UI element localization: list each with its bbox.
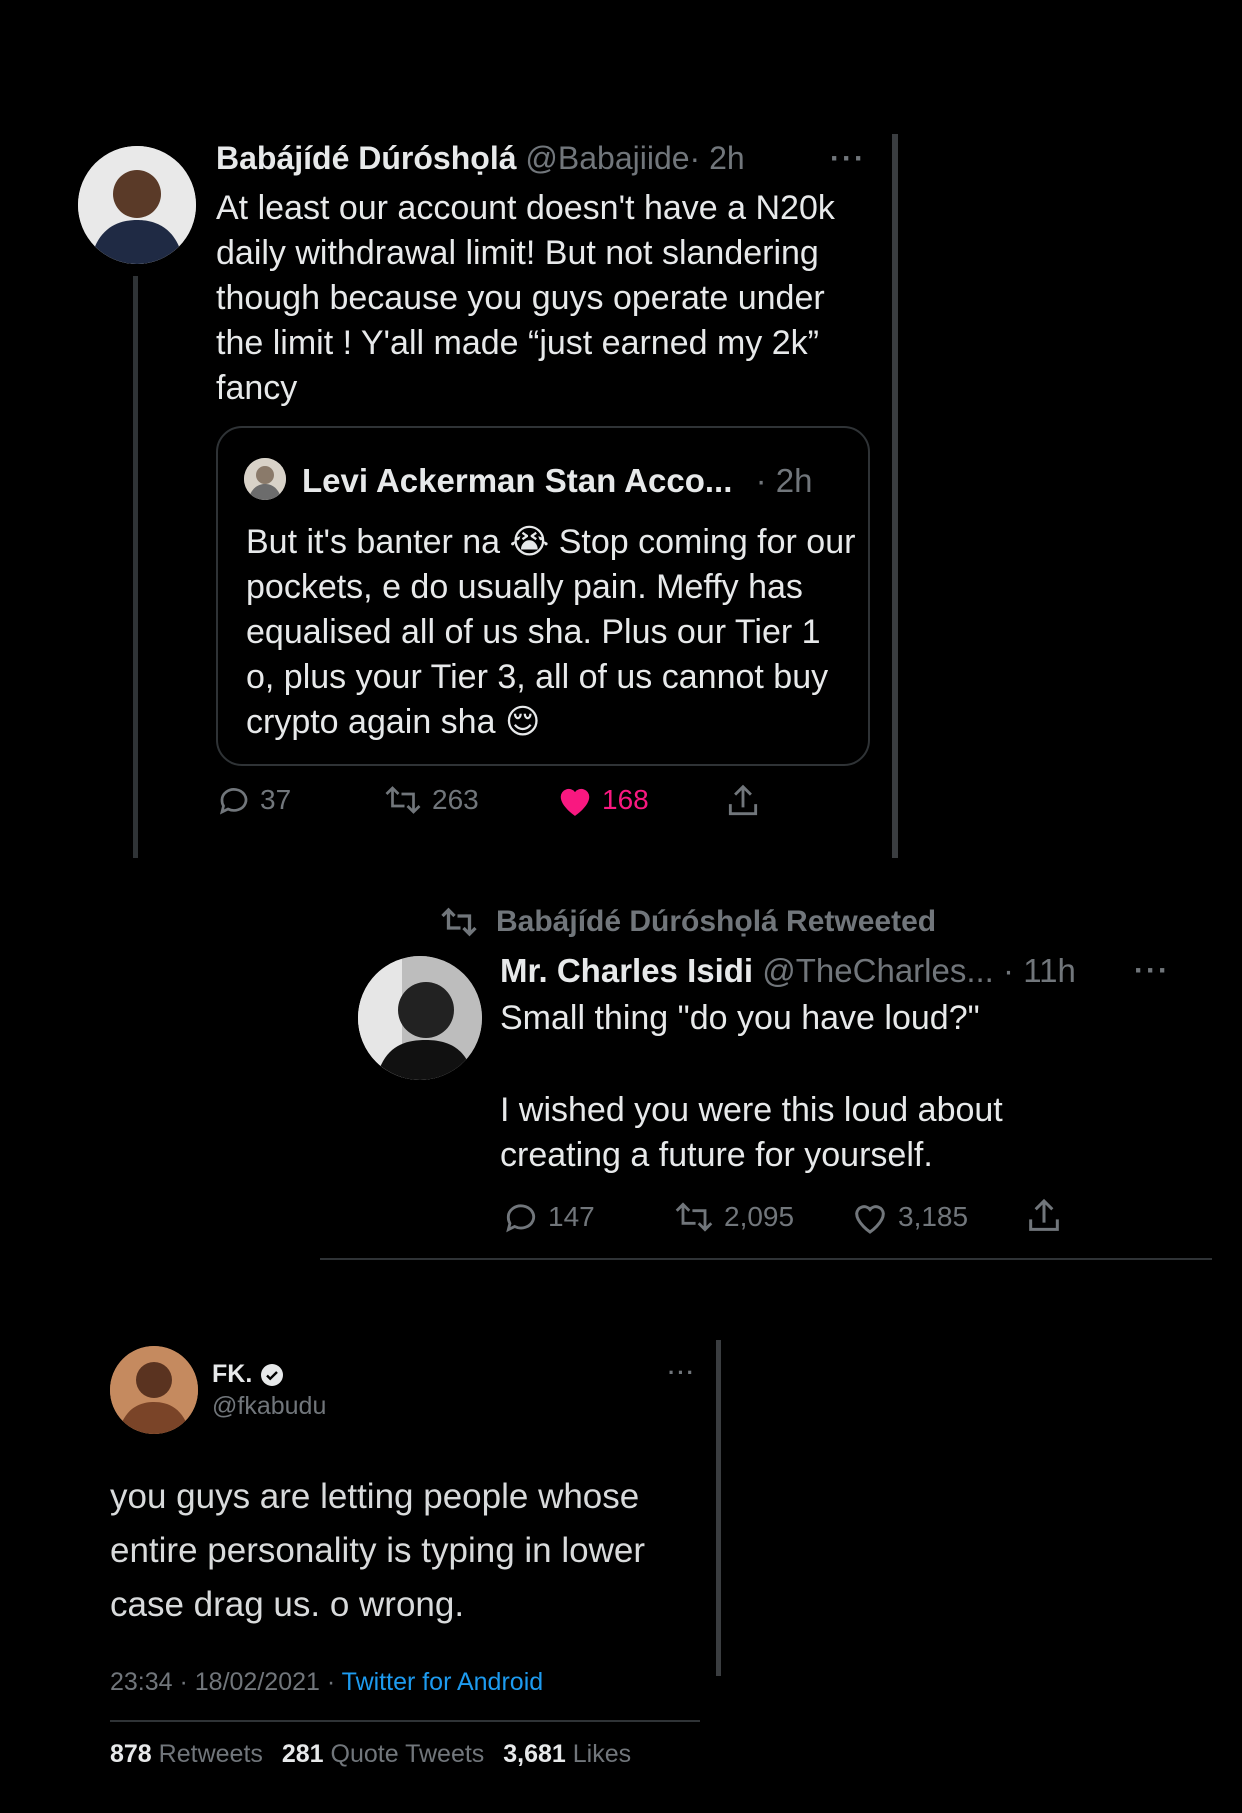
retweet-button[interactable]: 263 xyxy=(382,782,479,818)
tweet-time[interactable]: · 11h xyxy=(1003,952,1076,989)
tweet-text-line-1: Small thing "do you have loud?" xyxy=(500,999,980,1037)
likes-label: Likes xyxy=(572,1740,632,1768)
tweet-timestamp: 23:34 · 18/02/2021 · xyxy=(110,1668,336,1696)
quote-header: Levi Ackerman Stan Acco... · 2h xyxy=(302,462,812,500)
share-button[interactable] xyxy=(724,782,762,820)
tweet-stats: 878 Retweets 281 Quote Tweets 3,681 Like… xyxy=(110,1740,631,1769)
avatar[interactable] xyxy=(110,1346,198,1434)
author-name[interactable]: Mr. Charles Isidi xyxy=(500,952,753,989)
like-button[interactable]: 3,185 xyxy=(850,1198,968,1236)
quote-tweets-stat[interactable]: 281 Quote Tweets xyxy=(282,1740,484,1768)
quotes-count: 281 xyxy=(281,1740,324,1768)
divider-vertical xyxy=(716,1340,721,1676)
reply-button[interactable]: 147 xyxy=(502,1198,595,1236)
retweets-label: Retweets xyxy=(158,1740,263,1768)
more-icon[interactable]: ··· xyxy=(668,1360,696,1386)
likes-stat[interactable]: 3,681 Likes xyxy=(503,1740,631,1768)
avatar[interactable] xyxy=(78,146,196,264)
heart-outline-icon xyxy=(855,1205,885,1234)
quote-avatar xyxy=(244,458,286,500)
quotes-label: Quote Tweets xyxy=(330,1740,485,1768)
crying-face-emoji: 😭 xyxy=(509,523,550,561)
retweeted-by-row: Babájídé Dúróshọlá Retweeted xyxy=(436,904,936,940)
quote-text-part-1: But it's banter na xyxy=(246,523,501,561)
quote-text: But it's banter na 😭 Stop coming for our… xyxy=(246,520,858,745)
author-handle[interactable]: @TheCharles... xyxy=(762,952,994,989)
tweet-time[interactable]: · 2h xyxy=(690,140,745,176)
retweet-icon xyxy=(385,786,421,814)
reply-icon xyxy=(506,1204,536,1233)
person-avatar-icon xyxy=(358,956,482,1080)
retweet-count: 2,095 xyxy=(724,1201,795,1232)
tweet-text: At least our account doesn't have a N20k… xyxy=(216,189,835,407)
source-link[interactable]: Twitter for Android xyxy=(342,1668,543,1696)
verified-badge-icon xyxy=(261,1363,284,1386)
person-avatar-icon xyxy=(78,146,196,264)
author-name-row: FK. xyxy=(212,1360,284,1389)
tweet-text: you guys are letting people whose entire… xyxy=(110,1477,645,1624)
person-avatar-icon xyxy=(110,1346,198,1434)
divider-horizontal xyxy=(320,1258,1212,1260)
tweet-header: Mr. Charles Isidi @TheCharles... · 11h xyxy=(500,952,1076,990)
retweeted-by-label[interactable]: Babájídé Dúróshọlá Retweeted xyxy=(496,905,936,939)
retweet-button[interactable]: 2,095 xyxy=(672,1198,794,1236)
retweet-count: 263 xyxy=(432,784,479,815)
share-button[interactable] xyxy=(1024,1196,1064,1236)
reply-button[interactable]: 37 xyxy=(216,782,291,818)
retweet-icon xyxy=(675,1202,713,1232)
author-handle[interactable]: @Babajiide xyxy=(525,140,689,176)
like-button[interactable]: 168 xyxy=(556,782,649,818)
like-count: 168 xyxy=(602,784,649,815)
quote-time: · 2h xyxy=(755,462,813,499)
relieved-face-emoji: 😌 xyxy=(504,703,541,741)
tweet-meta: 23:34 · 18/02/2021 · Twitter for Android xyxy=(110,1668,543,1697)
avatar[interactable] xyxy=(358,956,482,1080)
quote-author-name: Levi Ackerman Stan Acco... xyxy=(302,462,733,499)
heart-filled-icon xyxy=(560,788,590,816)
thread-line xyxy=(133,276,138,858)
reply-icon xyxy=(219,788,248,815)
person-avatar-icon xyxy=(244,458,286,500)
retweets-stat[interactable]: 878 Retweets xyxy=(110,1740,263,1768)
share-icon xyxy=(728,784,758,816)
more-icon[interactable]: ··· xyxy=(830,142,866,176)
divider-vertical xyxy=(892,134,898,858)
like-count: 3,185 xyxy=(898,1201,969,1232)
divider-horizontal xyxy=(110,1720,700,1722)
retweets-count: 878 xyxy=(110,1740,152,1768)
tweet-header: Babájídé Dúróshọlá @Babajiide· 2h xyxy=(216,140,745,177)
author-name[interactable]: Babájídé Dúróshọlá xyxy=(216,140,517,176)
tweet-text-line-2: I wished you were this loud about creati… xyxy=(500,1091,1003,1174)
more-icon[interactable]: ··· xyxy=(1134,954,1170,988)
reply-count: 147 xyxy=(548,1201,595,1232)
author-handle[interactable]: @fkabudu xyxy=(212,1392,326,1421)
share-icon xyxy=(1029,1198,1059,1231)
quoted-tweet[interactable]: Levi Ackerman Stan Acco... · 2h But it's… xyxy=(216,426,870,766)
likes-count: 3,681 xyxy=(503,1740,566,1768)
author-name[interactable]: FK. xyxy=(212,1360,252,1389)
retweet-icon xyxy=(441,907,477,937)
reply-count: 37 xyxy=(260,784,292,815)
